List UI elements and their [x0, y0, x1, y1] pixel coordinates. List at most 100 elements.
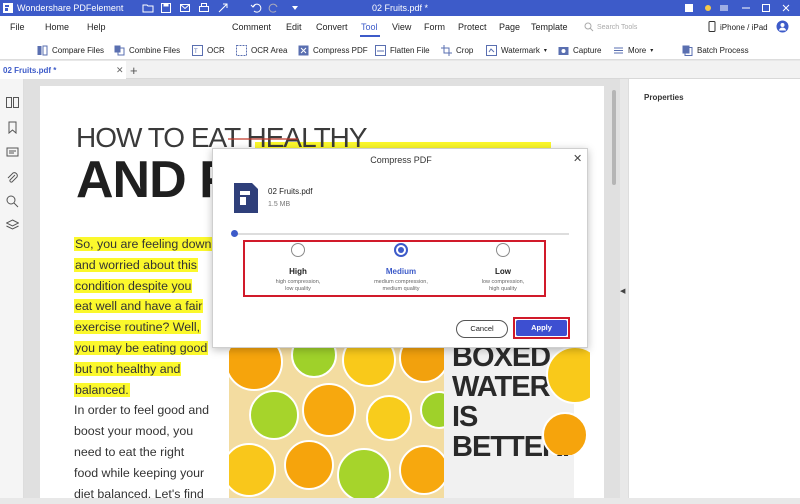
ocr-icon: T — [192, 44, 203, 56]
progress-indicator — [231, 230, 238, 237]
new-tab-button[interactable]: + — [130, 63, 138, 78]
ocr-area-button[interactable]: OCR Area — [236, 43, 287, 57]
compare-icon — [37, 45, 48, 55]
menu-page[interactable]: Page — [499, 22, 520, 32]
flatten-file-button[interactable]: Flatten File — [375, 43, 430, 57]
menu-file[interactable]: File — [10, 22, 25, 32]
close-tab-icon[interactable]: ✕ — [116, 65, 124, 76]
attachment-icon[interactable] — [6, 171, 19, 184]
scrollbar-thumb[interactable] — [612, 90, 616, 185]
notification-icon[interactable] — [683, 2, 695, 14]
maximize-icon[interactable] — [760, 2, 772, 14]
more-icon — [614, 47, 623, 53]
text-line: but not healthy and — [74, 359, 244, 380]
menu-protect[interactable]: Protect — [458, 22, 487, 32]
text-line: need to eat the right — [74, 444, 185, 459]
ocr-button[interactable]: T OCR — [192, 43, 225, 57]
highlighted-text: So, you are feeling down — [74, 237, 213, 251]
menu-bar: File Home Help Comment Edit Convert Tool… — [0, 16, 800, 38]
bookmark-icon[interactable] — [6, 121, 19, 134]
highlighted-text: you may be eating good — [74, 340, 209, 355]
capture-button[interactable]: Capture — [558, 43, 601, 57]
radio-medium[interactable] — [394, 243, 408, 257]
crop-icon — [441, 44, 452, 56]
option-high-desc-line2: low quality — [285, 286, 311, 292]
radio-high[interactable] — [291, 243, 305, 257]
minimize-icon[interactable] — [740, 2, 752, 14]
ocr-area-icon — [236, 44, 247, 56]
ocr-label: OCR — [207, 45, 225, 55]
watermark-button[interactable]: Watermark ▾ — [486, 43, 547, 57]
option-low[interactable]: Low low compression, high quality — [453, 243, 553, 293]
collapse-right-panel-icon[interactable]: ◀ — [620, 287, 625, 295]
strikethrough-annotation — [228, 138, 298, 140]
crop-button[interactable]: Crop — [441, 43, 473, 57]
file-name: 02 Fruits.pdf — [268, 187, 313, 196]
option-medium[interactable]: Medium medium compression, medium qualit… — [351, 243, 451, 293]
flatten-file-label: Flatten File — [390, 45, 430, 55]
menu-form[interactable]: Form — [424, 22, 445, 32]
menu-home[interactable]: Home — [45, 22, 69, 32]
compress-pdf-button[interactable]: Compress PDF — [298, 43, 368, 57]
option-medium-desc-line1: medium compression, — [374, 279, 428, 285]
option-medium-label: Medium — [385, 267, 417, 276]
radio-low[interactable] — [496, 243, 510, 257]
cancel-button[interactable]: Cancel — [456, 320, 508, 338]
menu-edit[interactable]: Edit — [286, 22, 302, 32]
batch-process-button[interactable]: Batch Process — [682, 43, 749, 57]
option-medium-desc: medium compression, medium quality — [351, 279, 451, 293]
more-dropdown-icon[interactable]: ▾ — [650, 47, 653, 54]
left-sidebar — [0, 79, 24, 498]
compress-pdf-label: Compress PDF — [313, 45, 368, 55]
crop-label: Crop — [456, 45, 474, 55]
account-icon[interactable] — [776, 20, 789, 33]
more-label: More — [628, 45, 647, 55]
document-tab[interactable]: 02 Fruits.pdf * ✕ — [0, 61, 126, 79]
highlighted-text: balanced. — [74, 382, 130, 397]
option-low-desc-line1: low compression, — [481, 279, 525, 285]
capture-icon — [558, 46, 569, 55]
device-link[interactable]: iPhone / iPad — [720, 23, 768, 32]
layers-icon[interactable] — [6, 219, 19, 232]
svg-text:T: T — [194, 49, 198, 55]
pdf-file-icon — [234, 183, 258, 213]
menu-convert[interactable]: Convert — [316, 22, 348, 32]
search-icon[interactable] — [6, 195, 19, 208]
more-button[interactable]: More ▾ — [613, 43, 653, 57]
file-size: 1.5 MB — [268, 201, 291, 208]
overflow-menu-icon[interactable] — [718, 2, 730, 14]
capture-label: Capture — [573, 45, 602, 55]
highlighted-text: but not healthy and — [74, 361, 182, 376]
option-high-desc-line1: high compression, — [275, 279, 321, 285]
comment-icon[interactable] — [6, 146, 19, 159]
menu-view[interactable]: View — [392, 22, 411, 32]
title-bar: Wondershare PDFelement 02 Fruits.pdf * — [0, 0, 800, 16]
watermark-dropdown-icon[interactable]: ▾ — [544, 47, 547, 54]
combine-icon — [114, 45, 125, 55]
compare-files-button[interactable]: Compare Files — [37, 43, 104, 57]
document-title: 02 Fruits.pdf * — [371, 3, 429, 13]
option-medium-desc-line2: medium quality — [382, 286, 420, 292]
close-window-icon[interactable] — [780, 2, 792, 14]
compress-icon — [298, 45, 309, 55]
close-dialog-icon[interactable]: ✕ — [573, 152, 582, 165]
menu-comment[interactable]: Comment — [232, 22, 271, 32]
thumbnails-icon[interactable] — [6, 96, 19, 109]
option-low-label: Low — [495, 267, 511, 276]
menu-tool[interactable]: Tool — [361, 22, 378, 32]
active-menu-indicator — [360, 35, 380, 37]
menu-template[interactable]: Template — [531, 22, 568, 32]
theme-icon[interactable] — [702, 2, 714, 14]
compress-pdf-dialog: Compress PDF ✕ 02 Fruits.pdf 1.5 MB High… — [212, 148, 588, 348]
search-tools-input[interactable]: Search Tools — [597, 24, 637, 31]
option-high[interactable]: High high compression, low quality — [248, 243, 348, 293]
vertical-scrollbar[interactable] — [610, 86, 618, 498]
combine-files-button[interactable]: Combine Files — [114, 43, 180, 57]
ocr-area-label: OCR Area — [251, 45, 288, 55]
lemon-slices-image — [542, 346, 590, 455]
progress-track — [235, 233, 569, 235]
apply-button[interactable]: Apply — [516, 320, 567, 336]
menu-help[interactable]: Help — [87, 22, 106, 32]
watermark-label: Watermark — [501, 45, 540, 55]
option-low-desc-line2: high quality — [489, 286, 517, 292]
